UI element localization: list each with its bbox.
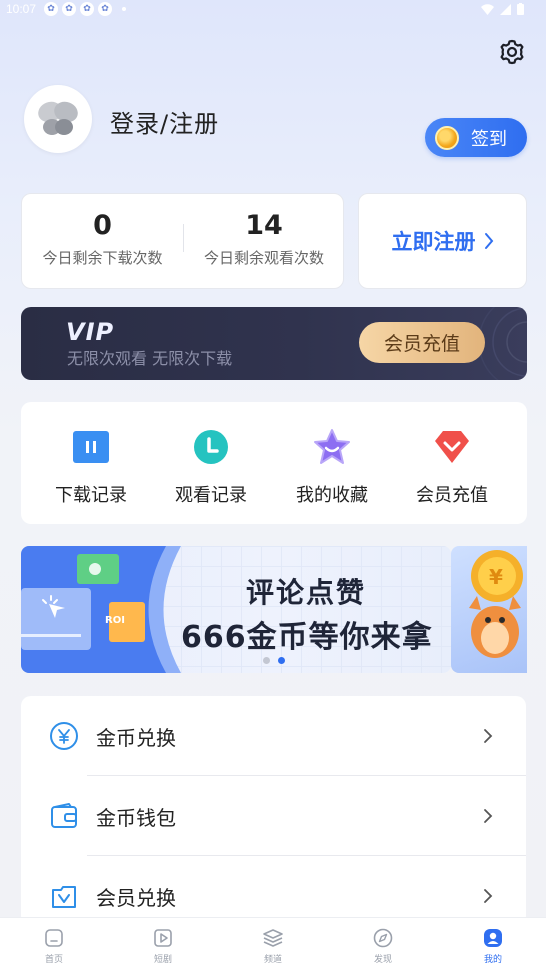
- signal-icon: [500, 3, 511, 15]
- tab-label: 短剧: [153, 955, 172, 965]
- shortcut-card: 下载记录 观看记录 我的收藏 会员充值: [21, 402, 527, 524]
- favorites-label: 我的收藏: [296, 485, 368, 506]
- vip-recharge-icon: [433, 428, 471, 466]
- tab-discover[interactable]: 发现: [353, 928, 413, 965]
- tab-short-drama[interactable]: 短剧: [133, 928, 193, 965]
- mascot-illustration-icon: ¥: [469, 550, 523, 658]
- status-system-icons: [481, 3, 524, 15]
- bottom-tab-bar: 首页 短剧 频道 发现 我的: [0, 917, 546, 967]
- notification-app-icon: ✿: [98, 2, 112, 16]
- butterfly-avatar-icon: [38, 101, 78, 135]
- promo-badge: ROI: [105, 615, 125, 626]
- notification-app-icon: ✿: [62, 2, 76, 16]
- battery-icon: [517, 3, 524, 15]
- wallet-icon: [49, 801, 79, 831]
- register-now-label: 立即注册: [391, 230, 476, 254]
- tab-channel[interactable]: 频道: [243, 928, 303, 965]
- status-notification-icons: ✿ ✿ ✿ ✿: [44, 2, 126, 16]
- register-now-button[interactable]: 立即注册: [358, 193, 527, 289]
- vip-recharge-shortcut[interactable]: 会员充值: [392, 428, 512, 507]
- watch-record-icon: [192, 428, 230, 466]
- promo-subtitle: 666金币等你来拿: [181, 620, 433, 655]
- vip-logo: VIP: [66, 318, 115, 346]
- menu-list: 金币兑换 金币钱包 会员兑换: [21, 696, 526, 926]
- download-record-icon: [72, 428, 110, 466]
- download-count-label: 今日剩余下载次数: [42, 249, 163, 267]
- promo-banner[interactable]: ROI 评论点赞 666金币等你来拿: [21, 546, 451, 673]
- stats-card: 0 今日剩余下载次数 14 今日剩余观看次数: [21, 193, 344, 289]
- svg-text:¥: ¥: [489, 565, 503, 589]
- vip-banner[interactable]: VIP 无限次观看 无限次下载 会员充值: [21, 307, 527, 380]
- status-time: 10:07: [6, 2, 37, 16]
- promo-illustration-icon: [21, 546, 181, 673]
- menu-label: 会员兑换: [96, 885, 176, 910]
- vip-recharge-button[interactable]: 会员充值: [359, 322, 485, 363]
- tab-home[interactable]: 首页: [24, 928, 84, 965]
- download-record-label: 下载记录: [55, 485, 127, 506]
- next-promo-banner[interactable]: ¥: [451, 546, 527, 673]
- download-count-value: 0: [93, 210, 112, 241]
- tab-profile[interactable]: 我的: [463, 928, 523, 965]
- watch-record-shortcut[interactable]: 观看记录: [151, 428, 271, 507]
- menu-item-coin-exchange[interactable]: 金币兑换: [21, 696, 526, 776]
- menu-label: 金币钱包: [96, 805, 176, 830]
- tab-label: 我的: [483, 955, 502, 965]
- checkin-button[interactable]: 签到: [425, 118, 527, 157]
- carousel-dot: [263, 657, 270, 664]
- chevron-right-icon: [484, 889, 493, 903]
- notification-app-icon: ✿: [80, 2, 94, 16]
- home-icon: [45, 929, 63, 947]
- carousel-dot-active: [278, 657, 285, 664]
- promo-title: 评论点赞: [246, 576, 367, 609]
- notification-app-icon: ✿: [44, 2, 58, 16]
- watch-count-stat: 14 今日剩余观看次数: [184, 210, 344, 268]
- wifi-icon: [481, 3, 494, 15]
- carousel-indicator: [263, 657, 285, 664]
- favorites-star-icon: [313, 428, 351, 466]
- vip-exchange-icon: [49, 881, 79, 911]
- coin-icon: [435, 125, 459, 150]
- vip-subtitle: 无限次观看 无限次下载: [67, 349, 233, 368]
- tab-label: 频道: [263, 955, 282, 965]
- watch-count-label: 今日剩余观看次数: [203, 249, 324, 267]
- watch-record-label: 观看记录: [175, 485, 247, 506]
- tab-label: 首页: [44, 955, 63, 965]
- discover-icon: [373, 928, 393, 948]
- status-bar: 10:07 ✿ ✿ ✿ ✿: [0, 0, 546, 20]
- channel-icon: [263, 929, 283, 947]
- more-notifications-dot: [122, 7, 126, 11]
- favorites-shortcut[interactable]: 我的收藏: [272, 428, 392, 507]
- avatar[interactable]: [24, 85, 92, 153]
- watch-count-value: 14: [245, 210, 283, 241]
- coin-exchange-icon: [49, 721, 79, 751]
- menu-label: 金币兑换: [96, 725, 176, 750]
- chevron-right-icon: [484, 233, 493, 249]
- profile-icon: [484, 929, 502, 947]
- download-record-shortcut[interactable]: 下载记录: [31, 428, 151, 507]
- gear-icon: [500, 39, 524, 65]
- settings-button[interactable]: [497, 37, 527, 67]
- chevron-right-icon: [484, 809, 493, 823]
- menu-item-coin-wallet[interactable]: 金币钱包: [21, 776, 526, 856]
- short-drama-icon: [154, 929, 172, 947]
- tab-label: 发现: [373, 955, 392, 965]
- login-register-link[interactable]: 登录/注册: [110, 104, 219, 139]
- menu-item-vip-exchange[interactable]: 会员兑换: [21, 856, 526, 926]
- vip-recharge-label: 会员充值: [416, 485, 488, 506]
- checkin-label: 签到: [471, 128, 507, 150]
- download-count-stat: 0 今日剩余下载次数: [22, 210, 183, 268]
- chevron-right-icon: [484, 729, 493, 743]
